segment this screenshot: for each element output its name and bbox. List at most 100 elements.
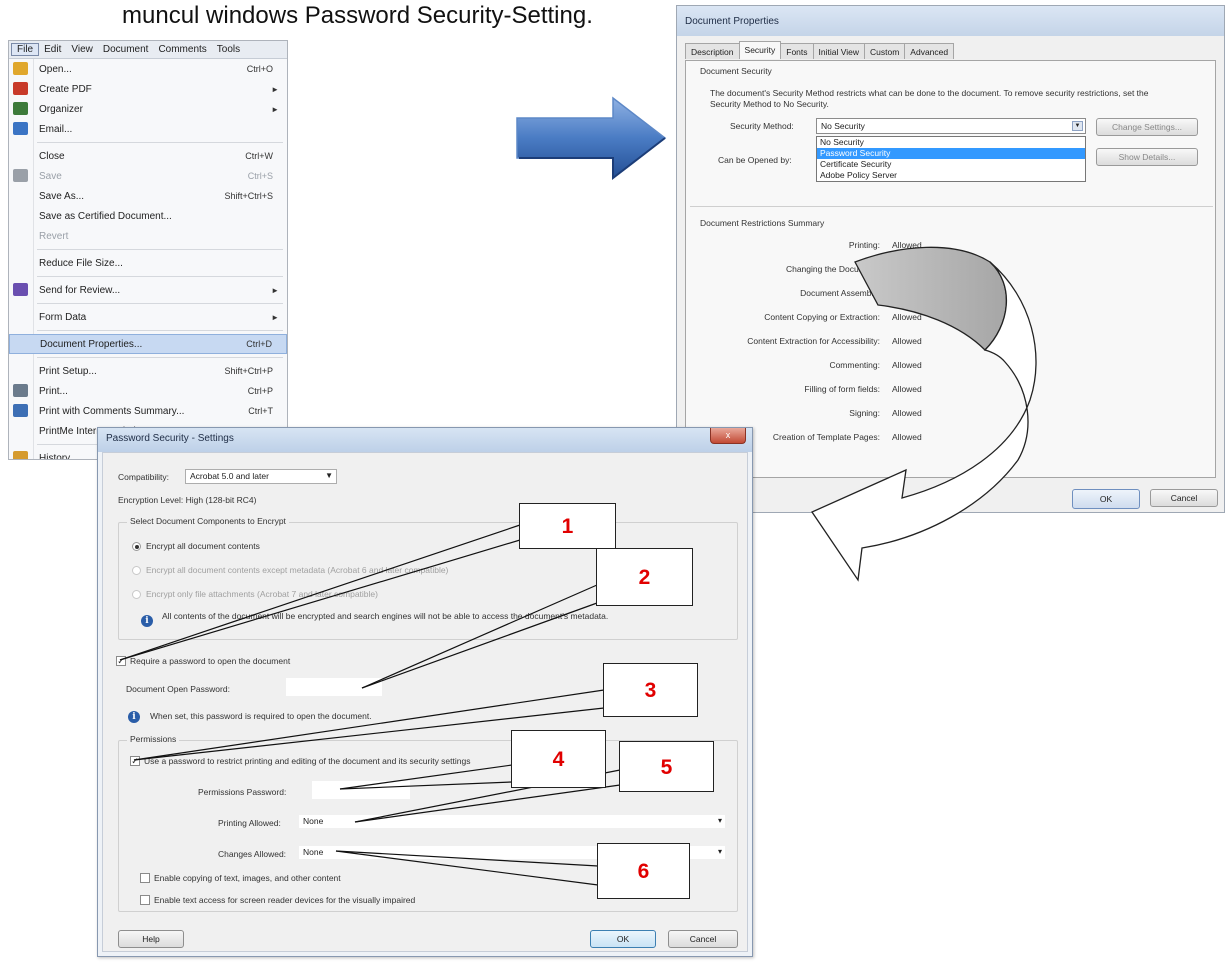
menu-item-send-for-review[interactable]: Send for Review... ► xyxy=(9,280,287,300)
change-settings-button[interactable]: Change Settings... xyxy=(1096,118,1198,136)
menu-item-shortcut: Shift+Ctrl+P xyxy=(224,366,273,376)
security-description: The document's Security Method restricts… xyxy=(710,88,1149,109)
menu-item-label: Organizer xyxy=(39,103,83,115)
option-adobe-policy-server[interactable]: Adobe Policy Server xyxy=(817,170,1085,181)
menu-item-shortcut: Ctrl+T xyxy=(248,406,273,416)
security-method-label: Security Method: xyxy=(730,121,794,131)
radio-encrypt-except-metadata[interactable] xyxy=(132,566,141,575)
help-button[interactable]: Help xyxy=(118,930,184,948)
menu-item-save-as-certified-document[interactable]: Save as Certified Document... xyxy=(9,206,287,226)
menu-item-revert[interactable]: Revert xyxy=(9,226,287,246)
compatibility-select[interactable]: Acrobat 5.0 and later ▼ xyxy=(185,469,337,484)
ok-button[interactable]: OK xyxy=(590,930,656,948)
callout-6: 6 xyxy=(597,843,690,899)
option-no-security[interactable]: No Security xyxy=(817,137,1085,148)
menu-item-label: Email... xyxy=(39,123,73,135)
radio-encrypt-all[interactable] xyxy=(132,542,141,551)
permissions-password-label: Permissions Password: xyxy=(198,787,287,797)
menu-item-label: Form Data xyxy=(39,311,87,323)
encrypt-group-title: Select Document Components to Encrypt xyxy=(127,516,289,526)
menu-item-print-setup[interactable]: Print Setup... Shift+Ctrl+P xyxy=(9,361,287,381)
restriction-label: Content Copying or Extraction: xyxy=(764,312,880,322)
security-method-select[interactable]: No Security ▼ xyxy=(816,118,1086,134)
restriction-label: Content Extraction for Accessibility: xyxy=(747,336,880,346)
menu-item-save[interactable]: Save Ctrl+S xyxy=(9,166,287,186)
enable-text-access-checkbox[interactable] xyxy=(140,895,150,905)
chevron-down-icon[interactable]: ▾ xyxy=(718,847,722,856)
can-be-opened-label: Can be Opened by: xyxy=(718,155,792,165)
restrict-permissions-label: Use a password to restrict printing and … xyxy=(144,756,471,766)
menubar-tools[interactable]: Tools xyxy=(212,44,245,55)
menubar-file[interactable]: File xyxy=(11,43,40,56)
chevron-down-icon[interactable]: ▼ xyxy=(1072,121,1083,131)
chevron-down-icon[interactable]: ▾ xyxy=(718,816,722,825)
open-password-info-text: When set, this password is required to o… xyxy=(150,711,372,721)
chevron-down-icon[interactable]: ▼ xyxy=(325,471,333,480)
menu-separator xyxy=(9,327,287,334)
radio-encrypt-attachments[interactable] xyxy=(132,590,141,599)
tab-description[interactable]: Description xyxy=(685,43,740,59)
callout-2: 2 xyxy=(596,548,693,606)
restriction-value: Allowed xyxy=(892,360,922,370)
file-menu-items: Open... Ctrl+O Create PDF ► Organizer ► Email.… xyxy=(9,59,287,460)
callout-4: 4 xyxy=(511,730,606,788)
close-button[interactable]: x xyxy=(710,428,746,444)
restrict-permissions-checkbox[interactable]: ✓ xyxy=(130,756,140,766)
restriction-label: Printing: xyxy=(848,240,880,250)
menu-separator xyxy=(9,246,287,253)
changes-allowed-label: Changes Allowed: xyxy=(218,849,287,859)
tab-custom[interactable]: Custom xyxy=(864,43,906,59)
menu-item-print-with-comments-summary[interactable]: Print with Comments Summary... Ctrl+T xyxy=(9,401,287,421)
tab-fonts[interactable]: Fonts xyxy=(780,43,814,59)
tab-advanced[interactable]: Advanced xyxy=(904,43,955,59)
tab-bar: Description Security Fonts Initial View Cust… xyxy=(685,41,955,59)
menu-item-label: Print... xyxy=(39,385,68,397)
option-password-security[interactable]: Password Security xyxy=(817,148,1085,159)
menu-item-open[interactable]: Open... Ctrl+O xyxy=(9,59,287,79)
menu-item-label: Send for Review... xyxy=(39,284,121,296)
cancel-button[interactable]: Cancel xyxy=(1150,489,1218,507)
cancel-button[interactable]: Cancel xyxy=(668,930,738,948)
menu-item-close[interactable]: Close Ctrl+W xyxy=(9,146,287,166)
menu-item-reduce-file-size[interactable]: Reduce File Size... xyxy=(9,253,287,273)
menu-item-shortcut: Ctrl+D xyxy=(246,339,272,349)
blue-arrow-right xyxy=(516,96,667,181)
restriction-value: Allowed xyxy=(892,264,922,274)
menu-item-form-data[interactable]: Form Data ► xyxy=(9,307,287,327)
organizer-icon xyxy=(13,102,28,115)
restriction-label: Signing: xyxy=(849,408,880,418)
menu-item-document-properties[interactable]: Document Properties... Ctrl+D xyxy=(9,334,287,354)
ok-button[interactable]: OK xyxy=(1072,489,1140,509)
menubar-edit[interactable]: Edit xyxy=(39,44,66,55)
menubar-view[interactable]: View xyxy=(66,44,98,55)
menu-item-organizer[interactable]: Organizer ► xyxy=(9,99,287,119)
menu-item-save-as[interactable]: Save As... Shift+Ctrl+S xyxy=(9,186,287,206)
menu-item-print[interactable]: Print... Ctrl+P xyxy=(9,381,287,401)
tab-initial-view[interactable]: Initial View xyxy=(812,43,865,59)
callout-3: 3 xyxy=(603,663,698,717)
menu-item-label: History xyxy=(39,452,71,460)
menubar-document[interactable]: Document xyxy=(98,44,154,55)
restriction-value: Allowed xyxy=(892,408,922,418)
permissions-password-input[interactable] xyxy=(312,781,410,799)
window-title: Document Properties xyxy=(677,6,1224,36)
menu-item-label: Print with Comments Summary... xyxy=(39,405,185,417)
option-certificate-security[interactable]: Certificate Security xyxy=(817,159,1085,170)
open-password-input[interactable] xyxy=(286,678,382,696)
show-details-button[interactable]: Show Details... xyxy=(1096,148,1198,166)
printing-allowed-select[interactable]: None ▾ xyxy=(298,814,726,829)
menu-item-email[interactable]: Email... xyxy=(9,119,287,139)
menu-item-create-pdf[interactable]: Create PDF ► xyxy=(9,79,287,99)
menubar-comments[interactable]: Comments xyxy=(153,44,211,55)
enable-copying-checkbox[interactable] xyxy=(140,873,150,883)
open-password-label: Document Open Password: xyxy=(126,684,230,694)
menu-item-shortcut: Ctrl+W xyxy=(245,151,273,161)
restriction-value: Allowed xyxy=(892,384,922,394)
menu-item-label: Open... xyxy=(39,63,72,75)
require-open-password-checkbox[interactable]: ✓ xyxy=(116,656,126,666)
menubar: File Edit View Document Comments Tools xyxy=(9,41,287,59)
tab-security[interactable]: Security xyxy=(738,41,782,59)
chevron-right-icon: ► xyxy=(271,84,279,94)
restriction-value: Allowed xyxy=(892,240,922,250)
menu-item-label: Document Properties... xyxy=(40,338,143,350)
